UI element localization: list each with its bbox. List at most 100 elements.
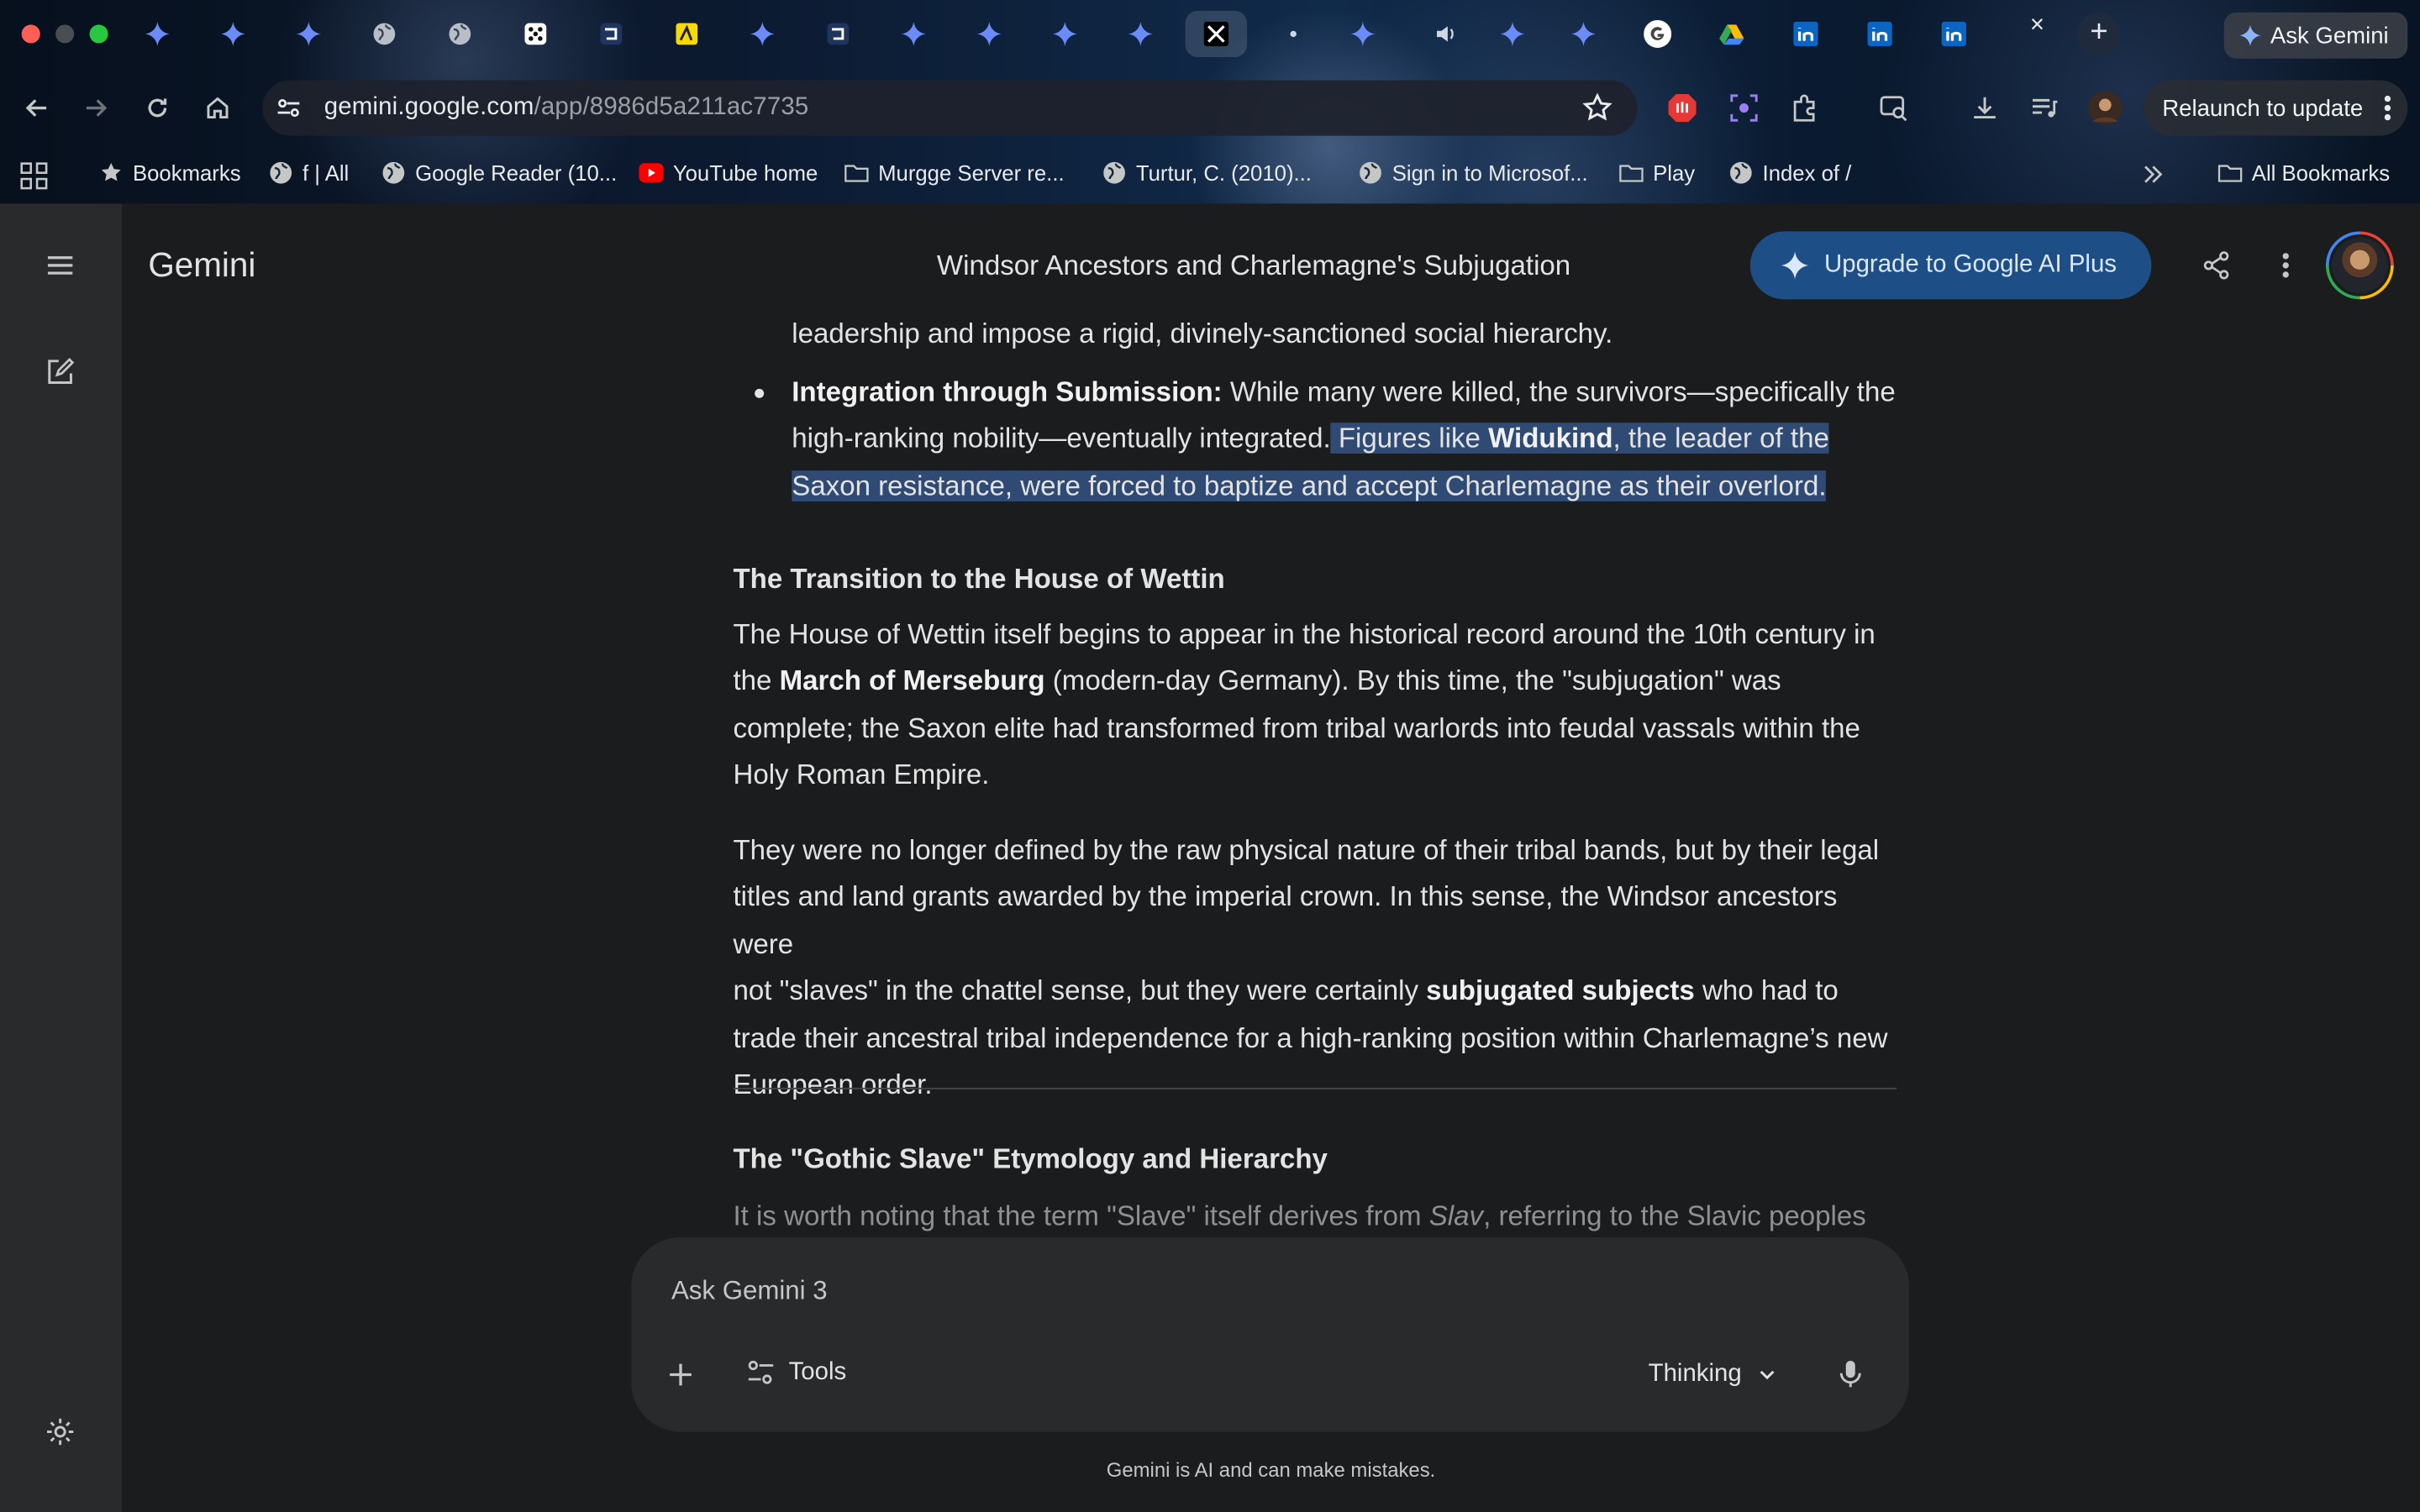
reload-icon (144, 94, 171, 122)
tab-audio[interactable] (1428, 14, 1465, 55)
bookmark-item[interactable]: Turtur, C. (2010)... (1102, 160, 1312, 185)
paragraph-line: complete; the Saxon elite had transforme… (733, 712, 1860, 743)
brand-logo[interactable]: Gemini (148, 245, 255, 286)
tab-dice[interactable] (517, 14, 554, 55)
section-heading: The Transition to the House of Wettin (733, 563, 1225, 595)
reload-button[interactable] (139, 90, 176, 127)
share-icon (2201, 250, 2232, 281)
prompt-input[interactable]: Ask Gemini 3 (671, 1276, 828, 1307)
chevron-double-right-icon[interactable] (2142, 164, 2164, 186)
tab-gemini[interactable] (1046, 14, 1083, 55)
extensions-button[interactable] (1786, 90, 1823, 127)
more-options-button[interactable] (2267, 247, 2304, 284)
folder-icon (1619, 160, 1644, 185)
downloads-button[interactable] (1966, 90, 2003, 127)
arrow-right-icon (82, 94, 109, 122)
media-controls-button[interactable] (2027, 90, 2064, 127)
tab-gemini[interactable] (1494, 14, 1531, 55)
relaunch-to-update-button[interactable]: Relaunch to update (2144, 80, 2408, 136)
tab-drive[interactable] (1713, 14, 1750, 55)
gemini-sparkle-icon (1350, 21, 1376, 47)
linkedin-icon (1941, 21, 1966, 47)
tab-gemini[interactable] (1565, 14, 1602, 55)
bookmark-item[interactable]: Google Reader (10... (381, 160, 618, 186)
tab-strip: × + Ask Gemini (0, 0, 2420, 68)
tab-dot[interactable] (1275, 14, 1312, 55)
site-settings-icon[interactable] (275, 94, 302, 122)
all-bookmarks[interactable]: All Bookmarks (2217, 160, 2390, 185)
tab-app[interactable] (592, 14, 629, 55)
back-button[interactable] (18, 90, 55, 127)
yellow-app-icon (675, 22, 699, 46)
bookmark-item[interactable]: Murgge Server re... (844, 160, 1065, 185)
new-tab-button[interactable]: + (2077, 12, 2121, 56)
more-vert-icon[interactable] (2383, 94, 2392, 122)
tab-gemini[interactable] (895, 14, 932, 55)
extension-adblock[interactable] (1664, 90, 1701, 127)
settings-button[interactable] (39, 1410, 82, 1453)
tab-gemini[interactable] (139, 14, 176, 55)
bookmark-item[interactable]: f | All (269, 160, 349, 185)
tab-linkedin[interactable] (1861, 14, 1898, 55)
apps-grid-icon[interactable] (20, 162, 48, 190)
hamburger-menu-icon (46, 255, 74, 276)
minimize-window-button[interactable] (55, 24, 75, 44)
upgrade-label: Upgrade to Google AI Plus (1824, 251, 2117, 278)
gemini-sparkle-icon (1052, 21, 1078, 47)
tab-x-active[interactable] (1185, 10, 1248, 57)
model-mode-selector[interactable]: Thinking (1649, 1361, 1779, 1389)
share-button[interactable] (2198, 247, 2235, 284)
maximize-window-button[interactable] (89, 24, 108, 44)
bullet-dot (755, 388, 765, 398)
profile-avatar-icon (2088, 91, 2123, 125)
tab-linkedin[interactable] (1787, 14, 1824, 55)
bookmark-item[interactable]: Index of / (1728, 160, 1851, 185)
ask-gemini-button[interactable]: Ask Gemini (2223, 12, 2408, 59)
disclaimer-text: Gemini is AI and can make mistakes. (1106, 1457, 1436, 1482)
bookmark-item[interactable]: Play (1619, 160, 1695, 185)
bookmark-label: Google Reader (10... (415, 160, 618, 186)
bookmark-item[interactable]: YouTube home (639, 160, 818, 185)
tools-button[interactable]: Tools (745, 1357, 846, 1389)
upgrade-button[interactable]: Upgrade to Google AI Plus (1749, 231, 2152, 300)
forward-button[interactable] (77, 90, 114, 127)
tab-gemini[interactable] (744, 14, 781, 55)
paragraph-line: Holy Roman Empire. (733, 759, 990, 790)
tab-app[interactable] (819, 14, 856, 55)
tab-gemini[interactable] (1344, 14, 1381, 55)
address-bar[interactable]: gemini.google.com/app/8986d5a211ac7735 (262, 80, 1638, 136)
main-panel: Gemini Windsor Ancestors and Charlemagne… (122, 203, 2420, 1512)
section-divider (733, 1087, 1897, 1089)
new-chat-button[interactable] (39, 350, 82, 393)
account-avatar[interactable] (2325, 231, 2394, 300)
add-attachment-button[interactable] (666, 1359, 702, 1396)
lens-button[interactable] (1876, 90, 1912, 127)
tab-gemini[interactable] (971, 14, 1007, 55)
home-button[interactable] (199, 90, 236, 127)
tab-gemini[interactable] (1122, 14, 1159, 55)
bookmark-star-icon[interactable] (1582, 92, 1613, 123)
paragraph-line: European order. (733, 1068, 933, 1100)
microphone-button[interactable] (1835, 1357, 1872, 1394)
tab-linkedin[interactable] (1935, 14, 1972, 55)
screen-capture-icon (1728, 92, 1760, 123)
globe-icon (1358, 160, 1382, 185)
main-menu-button[interactable] (39, 244, 82, 286)
tune-icon (745, 1357, 776, 1389)
close-window-button[interactable] (21, 24, 40, 44)
tab-gemini[interactable] (290, 14, 327, 55)
tools-label: Tools (788, 1359, 847, 1386)
tab-globe[interactable] (366, 14, 402, 55)
profile-button[interactable] (2086, 90, 2123, 127)
tab-yellow[interactable] (668, 14, 705, 55)
tab-gemini[interactable] (214, 14, 251, 55)
close-tab-button[interactable]: × (2018, 13, 2055, 40)
bookmark-item[interactable]: Sign in to Microsof... (1358, 160, 1588, 186)
extension-capture[interactable] (1725, 90, 1762, 127)
bookmark-item[interactable]: Bookmarks (99, 160, 241, 185)
tab-google[interactable] (1639, 14, 1676, 55)
tab-globe[interactable] (441, 14, 478, 55)
browser-toolbar: gemini.google.com/app/8986d5a211ac7735 R… (0, 74, 2420, 142)
list-item: Integration through Submission: While ma… (792, 369, 1897, 510)
bookmark-label: Sign in to Microsof... (1392, 160, 1588, 186)
